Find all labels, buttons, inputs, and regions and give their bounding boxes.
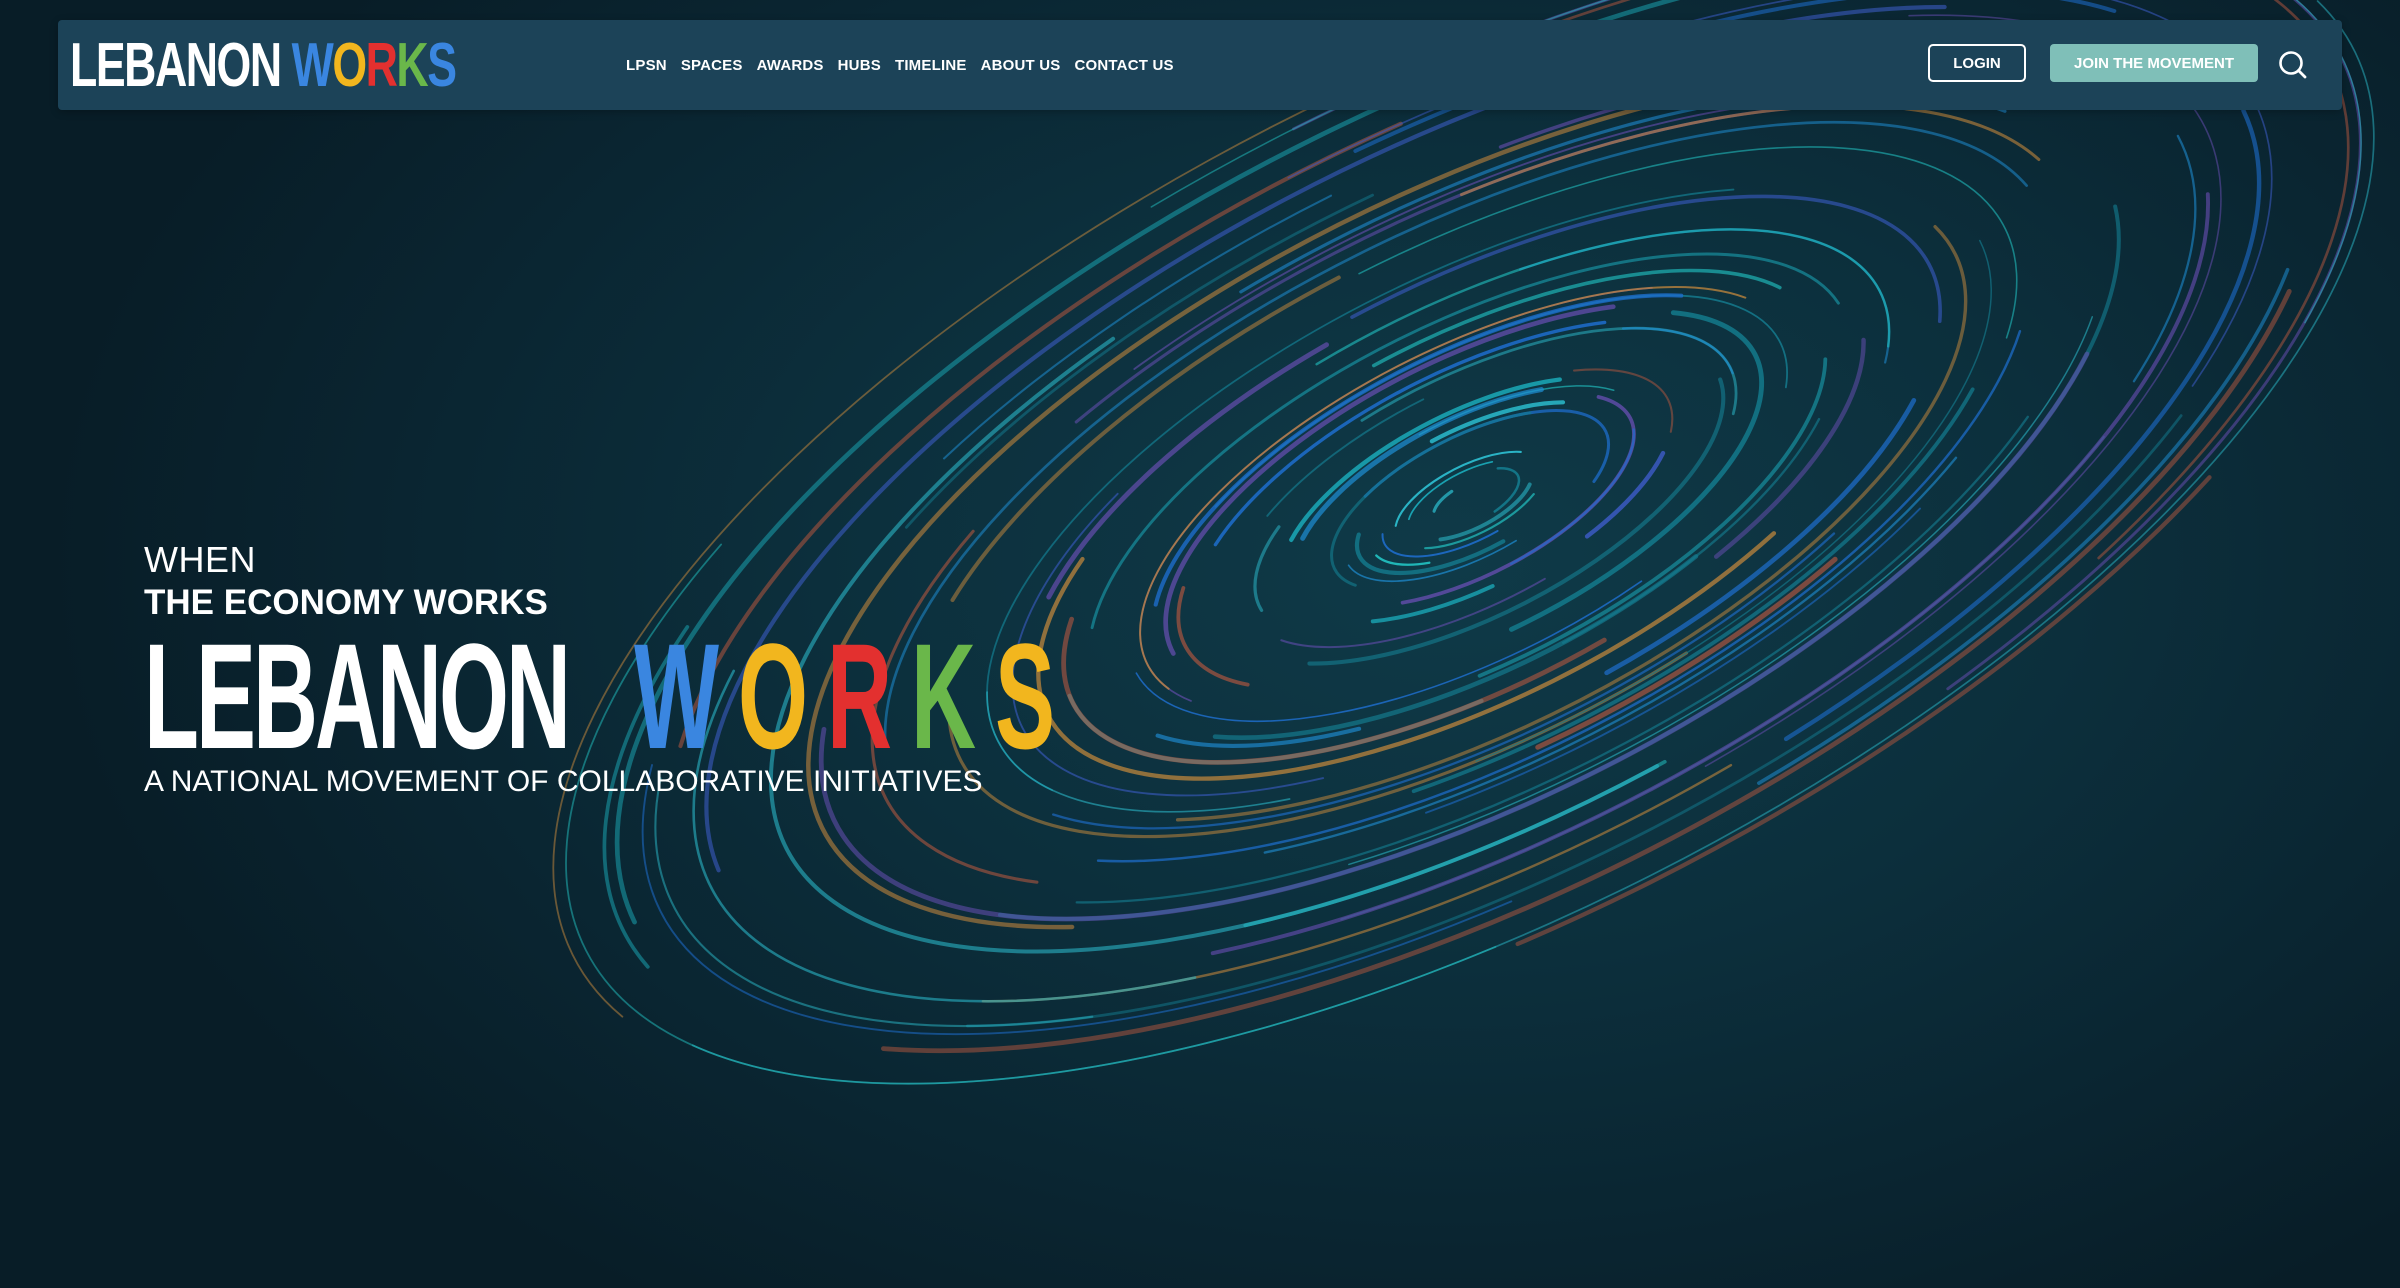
- logo-lebanon-text: LEBANON: [70, 31, 282, 100]
- site-logo[interactable]: LEBANON W O R K S: [70, 31, 457, 100]
- swirl-arc: [1621, 327, 1734, 375]
- nav-link-about-us[interactable]: ABOUT US: [981, 57, 1061, 74]
- swirl-arc: [881, 288, 2292, 1054]
- hero-logo-works-s: S: [995, 612, 1055, 780]
- nav-link-contact-us[interactable]: CONTACT US: [1075, 57, 1174, 74]
- swirl-arc: [1213, 320, 1607, 547]
- nav-link-lpsn[interactable]: LPSN: [626, 57, 667, 74]
- swirl-arc: [1253, 525, 1281, 612]
- swirl-arc: [1096, 329, 2022, 863]
- swirl-arc: [1150, 0, 2362, 324]
- swirl-arc: [1139, 286, 1747, 690]
- logo-works-k: K: [396, 31, 428, 100]
- swirl-arc: [2132, 134, 2197, 383]
- swirl-arc: [1176, 586, 1250, 687]
- swirl-arc: [806, 103, 1654, 930]
- swirl-arc: [1340, 435, 2105, 921]
- swirl-arc: [1509, 428, 1636, 565]
- hero-logo-works-k: K: [911, 612, 976, 780]
- main-nav: LPSN SPACES AWARDS HUBS TIMELINE ABOUT U…: [626, 20, 1174, 110]
- hero-logo-works-o: O: [737, 612, 808, 780]
- hero-section: WHEN THE ECONOMY WORKS LEBANON W O R K S…: [144, 539, 1055, 799]
- hero-logo-spacer: [590, 612, 612, 780]
- search-icon[interactable]: [2276, 48, 2310, 82]
- swirl-arc: [641, 764, 1513, 1036]
- swirl-arc: [1432, 489, 1454, 513]
- swirl-arc: [1370, 584, 1495, 624]
- swirl-arc: [1493, 467, 1521, 513]
- join-the-movement-button[interactable]: JOIN THE MOVEMENT: [2050, 44, 2258, 82]
- nav-link-spaces[interactable]: SPACES: [681, 57, 743, 74]
- hero-tagline: A NATIONAL MOVEMENT OF COLLABORATIVE INI…: [144, 765, 983, 798]
- swirl-arc: [552, 64, 1402, 1018]
- hero-line-when: WHEN: [144, 539, 256, 580]
- hero-logo-works-w: W: [634, 612, 719, 780]
- top-navbar: LEBANON W O R K S LPSN SPACES AWARDS HUB…: [58, 20, 2342, 110]
- swirl-arc: [1400, 395, 1636, 605]
- logo-spacer: [281, 38, 292, 94]
- nav-link-timeline[interactable]: TIMELINE: [895, 57, 967, 74]
- logo-works-w: W: [291, 31, 334, 100]
- logo-works-r: R: [365, 31, 398, 100]
- logo-works-o: O: [332, 31, 367, 100]
- swirl-arc: [1408, 460, 1494, 521]
- swirl-arc: [1573, 368, 1674, 433]
- hero-logo: LEBANON W O R K S: [144, 621, 1055, 771]
- swirl-arc: [1155, 726, 1362, 748]
- nav-link-hubs[interactable]: HUBS: [838, 57, 881, 74]
- hero-logo-lebanon: LEBANON: [144, 612, 571, 780]
- page: LEBANON W O R K S LPSN SPACES AWARDS HUB…: [0, 0, 2400, 1288]
- hero-logo-works-r: R: [827, 612, 892, 780]
- swirl-arc: [950, 275, 1341, 603]
- swirl-arc: [1135, 580, 1643, 722]
- nav-link-awards[interactable]: AWARDS: [757, 57, 824, 74]
- logo-works-s: S: [427, 31, 457, 100]
- login-button[interactable]: LOGIN: [1928, 44, 2026, 82]
- swirl-arc: [1175, 224, 1968, 822]
